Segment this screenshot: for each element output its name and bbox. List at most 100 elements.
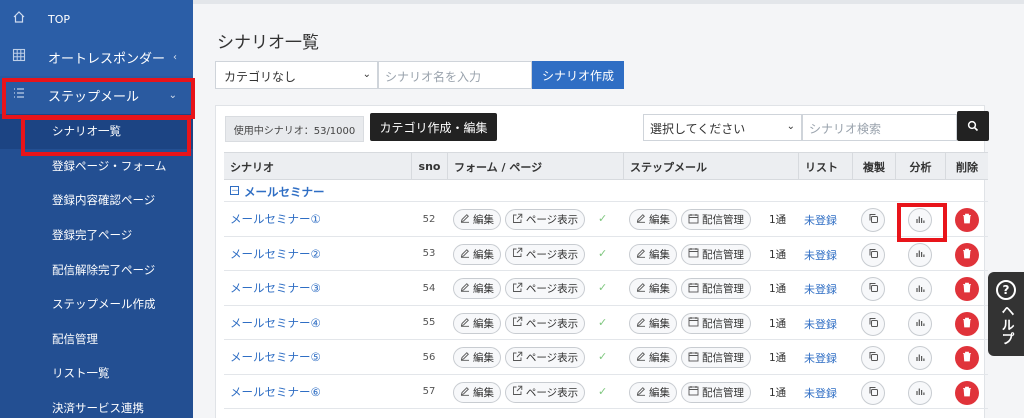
th-sno: sno — [411, 153, 447, 180]
scenario-name-link[interactable]: メールセミナー③ — [230, 271, 321, 305]
sidebar-subitem-unsubscribe-page[interactable]: 配信解除完了ページ — [0, 252, 193, 287]
th-form-page: フォーム / ページ — [447, 153, 623, 180]
delivery-manage-button[interactable]: 配信管理 — [681, 347, 751, 368]
delete-button[interactable] — [955, 311, 979, 336]
list-status-link[interactable]: 未登録 — [804, 247, 837, 263]
form-edit-button[interactable]: 編集 — [453, 278, 501, 299]
mail-count: 1通 — [769, 386, 787, 399]
delivery-manage-button[interactable]: 配信管理 — [681, 209, 751, 230]
copy-button[interactable] — [861, 277, 885, 301]
stepmail-edit-button[interactable]: 編集 — [629, 209, 677, 230]
scenario-search-input[interactable]: シナリオ検索 — [802, 114, 957, 141]
sidebar-item-autoresponder[interactable]: オートレスポンダー ‹ — [0, 38, 193, 76]
form-edit-button[interactable]: 編集 — [453, 347, 501, 368]
delivery-manage-button[interactable]: 配信管理 — [681, 278, 751, 299]
page-view-button[interactable]: ページ表示 — [505, 278, 585, 299]
delete-button[interactable] — [955, 208, 979, 232]
category-edit-button[interactable]: カテゴリ作成・編集 — [370, 113, 497, 141]
stepmail-edit-button[interactable]: 編集 — [629, 381, 677, 403]
sidebar-subitem-register-form[interactable]: 登録ページ・フォーム — [0, 149, 193, 184]
analysis-button[interactable] — [908, 242, 932, 267]
create-scenario-button[interactable]: シナリオ作成 — [532, 61, 624, 89]
page-view-button[interactable]: ページ表示 — [505, 347, 585, 368]
sidebar-subitem-confirm-page[interactable]: 登録内容確認ページ — [0, 183, 193, 218]
category-select[interactable]: カテゴリなし ⌄ — [215, 61, 378, 89]
table-row: メールセミナー⑤ 56 編集 ページ表示 ✓ 編集 配信管理 1通 未登録 — [224, 340, 988, 375]
list-status-link[interactable]: 未登録 — [804, 316, 837, 332]
form-edit-button[interactable]: 編集 — [453, 312, 501, 334]
analysis-button[interactable] — [908, 346, 932, 370]
table-row: メールセミナー③ 54 編集 ページ表示 ✓ 編集 配信管理 1通 未登録 — [224, 271, 988, 306]
external-link-icon — [512, 385, 526, 399]
sidebar: TOP オートレスポンダー ‹ ステップメール ⌄ シナリオ一覧 登録ページ・フ… — [0, 0, 193, 418]
search-button[interactable] — [957, 111, 989, 141]
button-label: ページ表示 — [525, 283, 579, 295]
sidebar-item-label: ステップメール — [48, 89, 140, 105]
stepmail-edit-button[interactable]: 編集 — [629, 278, 677, 299]
list-status-link[interactable]: 未登録 — [804, 212, 837, 228]
sidebar-subitem-payment[interactable]: 決済サービス連携 — [0, 391, 193, 418]
bar-chart-icon — [915, 352, 926, 365]
delete-button[interactable] — [955, 277, 979, 301]
sidebar-item-stepmail[interactable]: ステップメール ⌄ — [0, 76, 193, 114]
scenario-table: シナリオ sno フォーム / ページ ステップメール リスト 複製 分析 削除… — [224, 152, 988, 409]
analysis-button[interactable] — [908, 380, 932, 405]
delivery-manage-button[interactable]: 配信管理 — [681, 381, 751, 403]
page-view-button[interactable]: ページ表示 — [505, 312, 585, 334]
scenario-name-link[interactable]: メールセミナー⑤ — [230, 340, 321, 374]
analysis-button[interactable] — [908, 208, 932, 232]
button-label: ページ表示 — [525, 386, 579, 399]
button-label: 編集 — [473, 317, 494, 330]
page-view-button[interactable]: ページ表示 — [505, 209, 585, 230]
list-status-link[interactable]: 未登録 — [804, 281, 837, 297]
help-tab[interactable]: ? ヘルプ — [988, 272, 1024, 356]
sidebar-item-top[interactable]: TOP — [0, 0, 193, 38]
main-content: シナリオ一覧 カテゴリなし ⌄ シナリオ名を入力 シナリオ作成 使用中シナリオ：… — [193, 0, 1024, 418]
copy-icon — [868, 351, 879, 365]
scenario-name-link[interactable]: メールセミナー② — [230, 237, 321, 271]
delete-button[interactable] — [955, 242, 979, 267]
sidebar-subitem-delivery[interactable]: 配信管理 — [0, 322, 193, 357]
external-link-icon — [512, 247, 526, 261]
copy-button[interactable] — [861, 311, 885, 336]
scenario-name-link[interactable]: メールセミナー⑥ — [230, 375, 321, 409]
external-link-icon — [512, 282, 526, 296]
stepmail-edit-button[interactable]: 編集 — [629, 243, 677, 265]
scenario-name-link[interactable]: メールセミナー④ — [230, 306, 321, 340]
list-status-link[interactable]: 未登録 — [804, 385, 837, 401]
delete-button[interactable] — [955, 346, 979, 370]
list-status-link[interactable]: 未登録 — [804, 350, 837, 366]
filter-select[interactable]: 選択してください ⌄ — [643, 114, 802, 141]
sidebar-subitem-stepmail-create[interactable]: ステップメール作成 — [0, 287, 193, 322]
sidebar-subitem-complete-page[interactable]: 登録完了ページ — [0, 218, 193, 253]
page-view-button[interactable]: ページ表示 — [505, 243, 585, 265]
group-name[interactable]: メールセミナー — [244, 184, 325, 200]
scenario-name-link[interactable]: メールセミナー① — [230, 202, 321, 236]
copy-button[interactable] — [861, 380, 885, 405]
delete-button[interactable] — [955, 380, 979, 405]
copy-icon — [868, 317, 879, 331]
calendar-icon — [688, 213, 702, 227]
delivery-manage-button[interactable]: 配信管理 — [681, 243, 751, 265]
stepmail-edit-button[interactable]: 編集 — [629, 312, 677, 334]
stepmail-edit-button[interactable]: 編集 — [629, 347, 677, 368]
form-edit-button[interactable]: 編集 — [453, 381, 501, 403]
form-edit-button[interactable]: 編集 — [453, 209, 501, 230]
form-edit-button[interactable]: 編集 — [453, 243, 501, 265]
edit-icon — [636, 248, 649, 261]
copy-button[interactable] — [861, 346, 885, 370]
analysis-button[interactable] — [908, 277, 932, 301]
analysis-button[interactable] — [908, 311, 932, 336]
copy-button[interactable] — [861, 242, 885, 267]
copy-button[interactable] — [861, 208, 885, 232]
page-view-button[interactable]: ページ表示 — [505, 381, 585, 403]
collapse-toggle[interactable]: － — [230, 186, 239, 195]
delivery-manage-button[interactable]: 配信管理 — [681, 312, 751, 334]
button-label: 配信管理 — [702, 214, 744, 226]
copy-icon — [868, 248, 879, 262]
scenario-name-input[interactable]: シナリオ名を入力 — [378, 61, 532, 89]
button-label: 配信管理 — [702, 352, 744, 364]
sidebar-subitem-scenario-list[interactable]: シナリオ一覧 — [0, 114, 193, 149]
calendar-icon — [688, 282, 702, 296]
sidebar-subitem-list[interactable]: リスト一覧 — [0, 356, 193, 391]
